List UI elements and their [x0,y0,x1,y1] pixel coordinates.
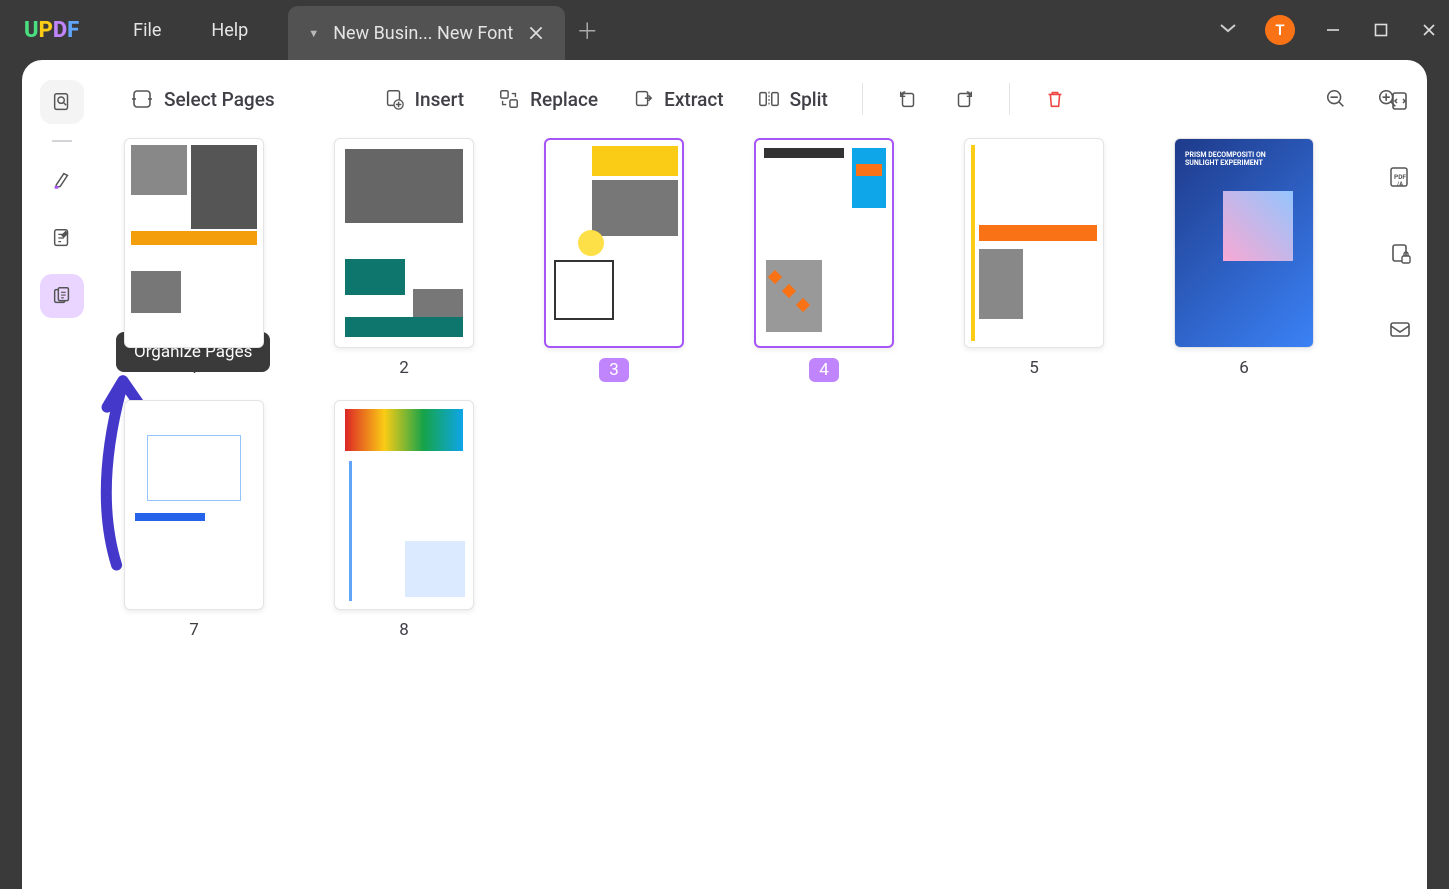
protect-tool[interactable] [1378,232,1422,276]
page-number: 6 [1239,358,1249,378]
extract-button[interactable]: Extract [632,88,723,111]
left-sidebar: Organize Pages [22,60,102,889]
search-tool[interactable] [40,80,84,124]
convert-tool[interactable] [1378,80,1422,124]
window-controls: T [1219,15,1439,45]
insert-button[interactable]: Insert [383,88,464,111]
menu-file[interactable]: File [133,20,161,41]
page-number: 8 [399,620,409,640]
thumbnail-image [754,138,894,348]
svg-text:PDF: PDF [1394,173,1406,181]
page-thumbnail[interactable]: 5 [964,138,1104,382]
page-toolbar: Select Pages Insert Replace Extract Spli… [102,60,1427,138]
page-number: 5 [1029,358,1039,378]
new-tab-button[interactable]: ＋ [565,14,609,46]
content-area: Select Pages Insert Replace Extract Spli… [102,60,1427,889]
share-tool[interactable] [1378,308,1422,352]
split-label: Split [790,88,828,111]
rotate-right-button[interactable] [953,88,975,110]
edit-tool[interactable] [40,216,84,260]
page-number: 3 [599,358,629,382]
replace-label: Replace [530,88,598,111]
page-number: 2 [399,358,409,378]
rotate-left-button[interactable] [897,88,919,110]
thumbnail-image: PRISM DECOMPOSITI ON SUNLIGHT EXPERIMENT [1174,138,1314,348]
page-number: 4 [809,358,839,382]
select-pages-label: Select Pages [164,88,275,111]
user-avatar[interactable]: T [1265,15,1295,45]
toolbar-separator [1009,83,1010,115]
delete-button[interactable] [1044,88,1066,110]
toolbar-separator [862,83,863,115]
page-thumbnail[interactable]: 4 [754,138,894,382]
thumbnail-image [544,138,684,348]
app-logo: UPDF [0,18,103,43]
tab-title: New Busin... New Font [333,23,513,44]
maximize-button[interactable] [1371,23,1391,37]
close-button[interactable] [1419,23,1439,37]
zoom-out-button[interactable] [1325,88,1347,110]
select-pages-button[interactable]: Select Pages [130,87,275,111]
page-number: 7 [189,620,199,640]
split-button[interactable]: Split [758,88,828,111]
right-sidebar: PDF/A [1371,80,1429,352]
svg-text:/A: /A [1396,181,1404,188]
insert-label: Insert [415,88,464,111]
page-thumbnail[interactable]: 3 [544,138,684,382]
thumbnail-image [124,138,264,348]
pdfa-tool[interactable]: PDF/A [1378,156,1422,200]
thumbnail-image [334,138,474,348]
close-icon[interactable] [527,24,545,42]
menu-help[interactable]: Help [211,20,248,41]
replace-button[interactable]: Replace [498,88,598,111]
thumbnail-image [964,138,1104,348]
page-thumbnail[interactable]: 2 [334,138,474,382]
main-menu: File Help [133,20,248,41]
title-bar: UPDF File Help ▼ New Busin... New Font ＋… [0,0,1449,60]
document-tab[interactable]: ▼ New Busin... New Font [288,6,565,60]
divider [52,140,72,142]
organize-pages-tool[interactable] [40,274,84,318]
tab-strip: ▼ New Busin... New Font ＋ [288,0,609,60]
minimize-button[interactable] [1323,23,1343,37]
page-thumbnail[interactable]: 1 [124,138,264,382]
chevron-down-icon[interactable] [1219,22,1237,38]
thumbnail-image [124,400,264,610]
page-thumbnail[interactable]: 7 [124,400,264,640]
pages-grid: 1 2 3 4 5 PRISM DECOMPOSITI ON SUNLIGHT EXPER… [102,138,1427,889]
chevron-down-icon[interactable]: ▼ [308,27,319,40]
page-thumbnail[interactable]: 8 [334,400,474,640]
main-panel: Organize Pages Select Pages Insert Repla… [22,60,1427,889]
annotate-tool[interactable] [40,158,84,202]
extract-label: Extract [664,88,723,111]
thumbnail-image [334,400,474,610]
page-thumbnail[interactable]: PRISM DECOMPOSITI ON SUNLIGHT EXPERIMENT… [1174,138,1314,382]
